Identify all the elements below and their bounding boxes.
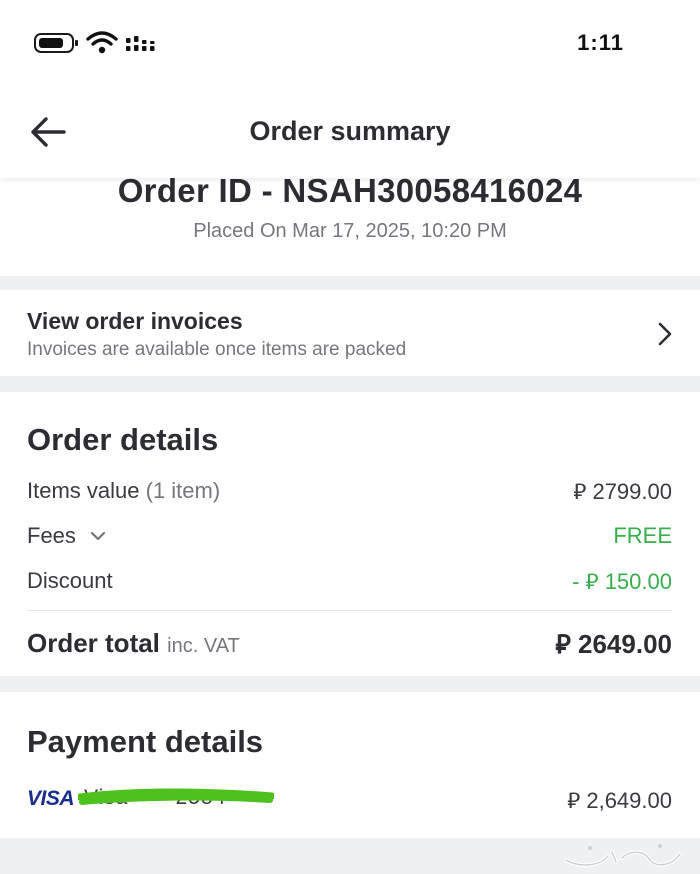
status-time: 1:11 — [577, 30, 624, 55]
chevron-down-icon — [90, 531, 106, 541]
masked-card-number: Visa •••• 2584 — [78, 786, 275, 810]
items-value-amount: ⃁ 2799.00 — [573, 479, 672, 504]
status-bar: 1:11 — [0, 0, 700, 90]
wifi-icon — [86, 31, 118, 54]
items-value-label: Items value (1 item) — [27, 478, 220, 504]
order-total-label: Order total inc. VAT — [27, 628, 240, 659]
view-invoices-row[interactable]: View order invoices Invoices are availab… — [0, 290, 700, 376]
order-placed-date: Placed On Mar 17, 2025, 10:20 PM — [193, 220, 507, 242]
order-total-text: Order total — [27, 628, 160, 658]
invoices-subtitle: Invoices are available once items are pa… — [27, 339, 407, 360]
discount-label: Discount — [27, 568, 113, 593]
order-header: Order ID - NSAH30058416024 Placed On Mar… — [0, 178, 700, 276]
items-count: (1 item) — [145, 478, 221, 503]
items-value-text: Items value — [27, 478, 140, 503]
page-title: Order summary — [249, 116, 451, 146]
fees-toggle[interactable]: Fees — [27, 523, 106, 549]
battery-icon — [34, 33, 78, 53]
chevron-right-icon — [658, 322, 672, 346]
payment-details-title: Payment details — [27, 724, 264, 759]
order-details-card: Order details Items value (1 item) ⃁ 279… — [0, 392, 700, 676]
redaction-scribble — [78, 788, 275, 805]
divider — [27, 610, 672, 611]
payment-amount: ⃁ 2,649.00 — [567, 788, 672, 813]
order-details-title: Order details — [27, 422, 219, 457]
payment-details-card: Payment details VISA Visa •••• 2584 ⃁ 2,… — [0, 692, 700, 838]
fees-label: Fees — [27, 523, 76, 548]
top-app-bar: Order summary — [0, 90, 700, 178]
order-id: Order ID - NSAH30058416024 — [117, 178, 583, 209]
vat-note: inc. VAT — [167, 635, 240, 657]
order-total-value: ⃁ 2649.00 — [555, 629, 672, 659]
invoices-title: View order invoices — [27, 308, 243, 334]
discount-value: - ⃁ 150.00 — [572, 569, 672, 594]
visa-logo: VISA — [27, 787, 75, 810]
fees-value: FREE — [613, 523, 672, 548]
watermark-logo — [564, 844, 682, 867]
signal-icon — [126, 36, 155, 51]
payment-method: VISA Visa •••• 2584 — [27, 786, 275, 811]
